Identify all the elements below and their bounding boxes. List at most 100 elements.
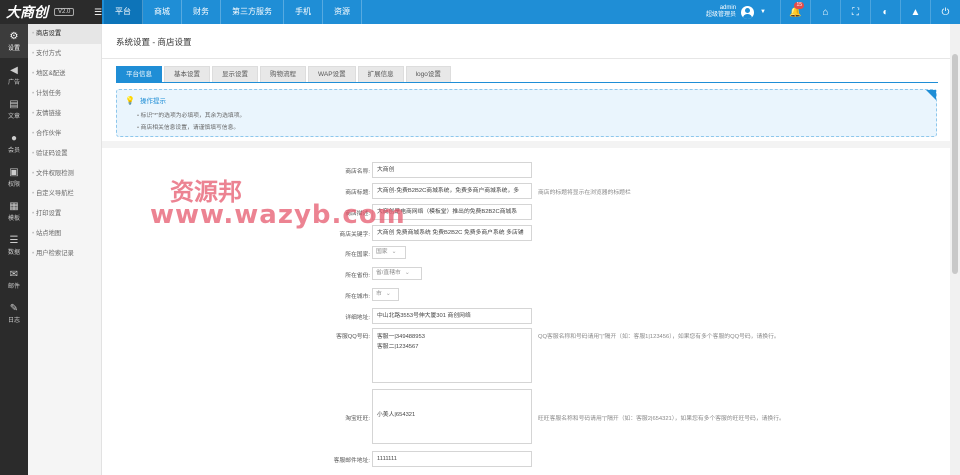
email-label: 客服邮件地址: xyxy=(333,458,370,464)
submenu-item-cron[interactable]: 计划任务 xyxy=(28,84,101,104)
sidebar-item-templates[interactable]: ▦ 模板 xyxy=(0,194,28,228)
home-icon[interactable]: ⌂ xyxy=(810,0,840,24)
tips-title: 操作提示 xyxy=(139,98,166,105)
shop-title-input[interactable]: 大商创-免费B2B2C商城系统，免费多商户商城系统，多 xyxy=(372,183,532,199)
page-scrollbar[interactable] xyxy=(950,24,960,475)
country-label: 所在国家: xyxy=(345,252,370,258)
settings-submenu: 商店设置 支付方式 地区&配送 计划任务 友情链接 合作伙伴 验证码设置 文件权… xyxy=(28,24,102,475)
sidebar-item-articles[interactable]: ▤ 文章 xyxy=(0,92,28,126)
user-role: 超级管理员 xyxy=(706,12,737,18)
sidebar-label: 模板 xyxy=(7,215,20,222)
wangwang-textarea[interactable]: 小美人|654321 xyxy=(372,389,532,444)
submenu-item-friend-links[interactable]: 友情链接 xyxy=(28,104,101,124)
sidebar-item-members[interactable]: ● 会员 xyxy=(0,126,28,160)
sidebar-item-permissions[interactable]: ▣ 权限 xyxy=(0,160,28,194)
shop-keywords-label: 商店关键字: xyxy=(339,232,370,238)
submenu-item-sitemap[interactable]: 站点地图 xyxy=(28,224,101,244)
province-select[interactable]: 省/直辖市 ⌄ xyxy=(372,267,422,280)
sitemap-icon[interactable]: ⛶ xyxy=(840,0,870,24)
tab-platform-info[interactable]: 平台信息 xyxy=(116,66,162,82)
submenu-item-print[interactable]: 打印设置 xyxy=(28,204,101,224)
chevron-down-icon: ⌄ xyxy=(385,291,391,297)
broom-icon[interactable]: ▲ xyxy=(900,0,930,24)
city-label: 所在城市: xyxy=(345,294,370,300)
power-icon[interactable]: ⏻ xyxy=(930,0,960,24)
tips-list: 标识“*”的选项为必填项，其余为选填项。 商店相关信息设置，请谨慎填写信息。 xyxy=(137,110,246,134)
nav-item-finance[interactable]: 财务 xyxy=(182,0,221,24)
sidebar-item-data[interactable]: ☰ 数据 xyxy=(0,228,28,262)
nav-item-platform[interactable]: 平台 xyxy=(104,0,143,24)
submenu-item-custom-nav[interactable]: 自定义导航栏 xyxy=(28,184,101,204)
submenu-item-shop-settings[interactable]: 商店设置 xyxy=(28,24,101,44)
sidebar-label: 会员 xyxy=(7,147,20,154)
submenu-item-partners[interactable]: 合作伙伴 xyxy=(28,124,101,144)
sidebar-item-ads[interactable]: ◀ 广告 xyxy=(0,58,28,92)
bell-icon[interactable]: 🔔 15 xyxy=(780,0,810,24)
tips-panel: 💡 操作提示 标识“*”的选项为必填项，其余为选填项。 商店相关信息设置，请谨慎… xyxy=(116,89,937,137)
tab-display[interactable]: 显示设置 xyxy=(212,66,258,82)
wangwang-hint: 旺旺客服名称和号码请用“|”隔开（如：客服2|654321），如果您有多个客服的… xyxy=(538,416,785,422)
chevron-down-icon[interactable]: ▼ xyxy=(760,9,766,15)
submenu-item-region-shipping[interactable]: 地区&配送 xyxy=(28,64,101,84)
palette-icon[interactable]: ◐ xyxy=(870,0,900,24)
qq-line: 客服二|1234567 xyxy=(377,344,419,350)
tabs-underline xyxy=(116,82,938,83)
sidebar-item-settings[interactable]: ⚙ 设置 xyxy=(0,24,28,58)
city-select-value: 市 xyxy=(376,291,382,297)
shop-keywords-input[interactable]: 大商创 免费商城系统 免费B2B2C 免费多商户系统 多店铺 xyxy=(372,225,532,241)
sidebar-label: 日志 xyxy=(7,317,20,324)
tip-item: 标识“*”的选项为必填项，其余为选填项。 xyxy=(137,110,246,122)
sidebar-item-logs[interactable]: ✎ 日志 xyxy=(0,296,28,330)
email-input[interactable]: 1111111 xyxy=(372,451,532,467)
lock-icon: ▣ xyxy=(9,166,19,178)
shop-desc-label: 商店描述: xyxy=(345,211,370,217)
submenu-item-captcha[interactable]: 验证码设置 xyxy=(28,144,101,164)
tips-header[interactable]: 💡 操作提示 xyxy=(125,95,166,106)
member-icon: ● xyxy=(10,132,18,144)
logo-text: 大商创 xyxy=(6,5,48,21)
tab-basic[interactable]: 基本设置 xyxy=(164,66,210,82)
user-info[interactable]: admin 超级管理员 xyxy=(706,5,736,19)
tip-item: 商店相关信息设置，请谨慎填写信息。 xyxy=(137,122,245,134)
nav-item-mall[interactable]: 商城 xyxy=(143,0,182,24)
top-right-tools: admin 超级管理员 ▼ 🔔 15 ⌂ ⛶ ◐ ▲ ⏻ xyxy=(706,0,960,24)
nav-item-resources[interactable]: 资源 xyxy=(323,0,362,24)
shop-name-input[interactable]: 大商创 xyxy=(372,162,532,178)
submenu-item-file-permissions[interactable]: 文件权限检测 xyxy=(28,164,101,184)
province-label: 所在省份: xyxy=(345,273,370,279)
address-label: 详细地址: xyxy=(345,315,370,321)
section-gap xyxy=(102,141,950,148)
qq-textarea[interactable]: 客服一|349488953 客服二|1234567 xyxy=(372,328,532,383)
submenu-item-payment[interactable]: 支付方式 xyxy=(28,44,101,64)
country-select[interactable]: 国家 ⌄ xyxy=(372,246,406,259)
tab-shopping-flow[interactable]: 购物流程 xyxy=(260,66,306,82)
avatar[interactable] xyxy=(741,5,755,19)
sidebar-label: 权限 xyxy=(7,181,20,188)
tab-logo[interactable]: logo设置 xyxy=(405,66,451,82)
country-select-value: 国家 xyxy=(376,249,388,255)
shop-name-label: 商店名称: xyxy=(345,169,370,175)
sidebar-item-mail[interactable]: ✉ 邮件 xyxy=(0,262,28,296)
megaphone-icon: ◀ xyxy=(10,64,18,76)
database-icon: ☰ xyxy=(9,234,19,246)
main-content: 系统设置 - 商店设置 平台信息 基本设置 显示设置 购物流程 WAP设置 扩展… xyxy=(102,24,950,475)
user-name: admin xyxy=(719,5,737,11)
city-select[interactable]: 市 ⌄ xyxy=(372,288,399,301)
logo[interactable]: 大商创 V2.0 xyxy=(0,0,102,24)
scrollbar-thumb[interactable] xyxy=(952,54,958,274)
sidebar-label: 邮件 xyxy=(7,283,20,290)
tab-extended[interactable]: 扩展信息 xyxy=(357,66,404,82)
province-select-value: 省/直辖市 xyxy=(376,270,401,276)
nav-item-mobile[interactable]: 手机 xyxy=(284,0,323,24)
address-input[interactable]: 中山北路3553号伸大厦301 商创网络 xyxy=(372,308,532,324)
template-icon: ▦ xyxy=(9,200,19,212)
version-badge: V2.0 xyxy=(54,8,75,16)
submenu-item-search-log[interactable]: 用户检索记录 xyxy=(28,244,101,264)
shop-desc-input[interactable]: 大商创是电商网络（模板堂）推出的免费B2B2C商城系 xyxy=(372,204,532,220)
settings-form: 商店名称: 大商创 商店标题: 大商创-免费B2B2C商城系统，免费多商户商城系… xyxy=(116,148,937,475)
collapse-icon[interactable] xyxy=(926,90,936,100)
nav-item-third-party[interactable]: 第三方服务 xyxy=(221,0,284,24)
menu-toggle-icon[interactable]: ☰ xyxy=(92,0,104,24)
tab-wap[interactable]: WAP设置 xyxy=(308,66,356,82)
sidebar-label: 数据 xyxy=(7,249,20,256)
